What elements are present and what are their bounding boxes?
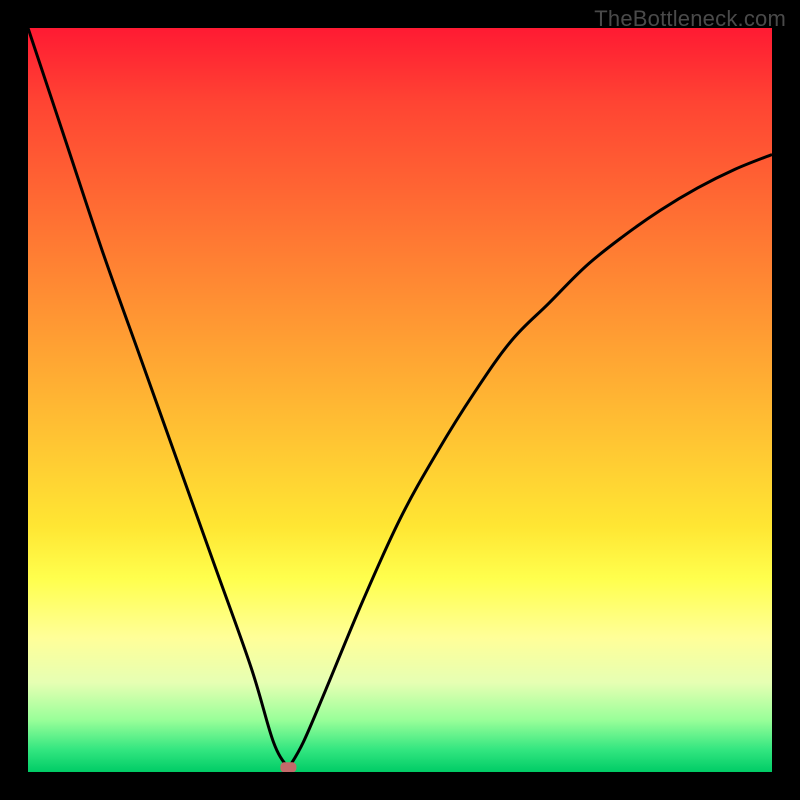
chart-frame: TheBottleneck.com: [0, 0, 800, 800]
curve-left-branch: [28, 28, 288, 768]
curve-layer: [28, 28, 772, 772]
curve-right-branch: [288, 154, 772, 768]
plot-area: [28, 28, 772, 772]
bottleneck-curve: [28, 28, 772, 768]
watermark-text: TheBottleneck.com: [594, 6, 786, 32]
minimum-marker: [280, 762, 296, 772]
